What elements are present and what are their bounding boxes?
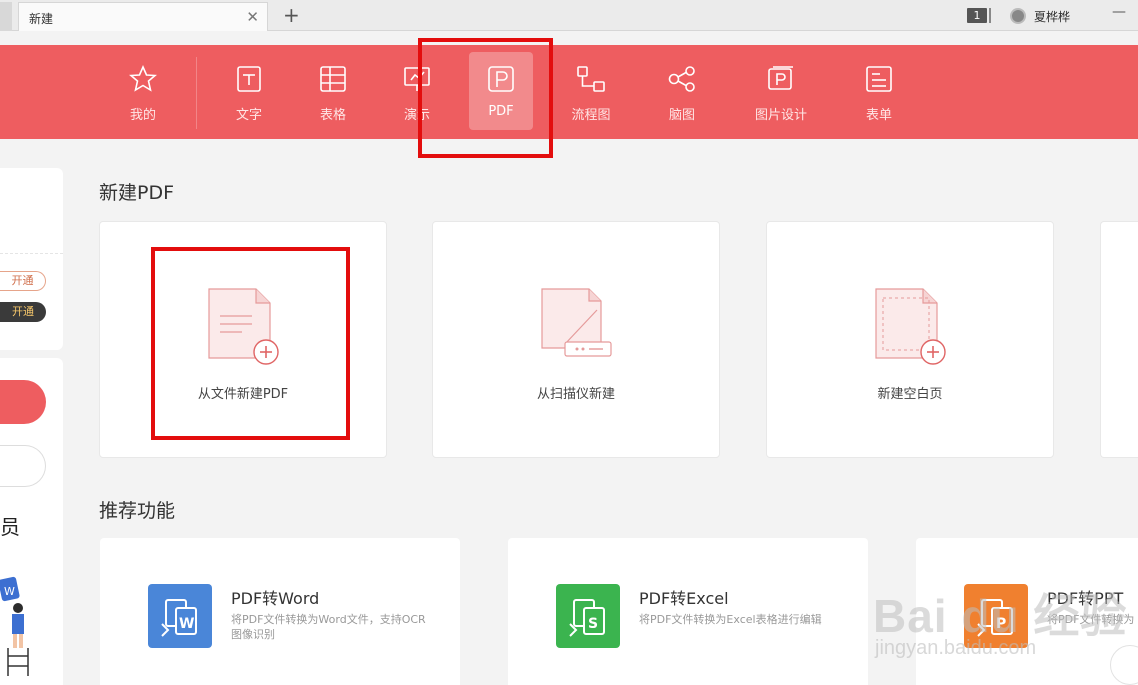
star-icon bbox=[129, 65, 157, 92]
feature-title: PDF转Excel bbox=[639, 589, 729, 608]
feature-pdf-to-word[interactable]: W PDF转Word 将PDF文件转换为Word文件，支持OCR图像识别 bbox=[100, 538, 460, 685]
table-icon bbox=[320, 66, 346, 92]
toolbar-item-mindmap[interactable]: 脑图 bbox=[652, 45, 712, 139]
card-label: 从扫描仪新建 bbox=[536, 387, 615, 402]
pdf-icon bbox=[488, 66, 514, 92]
feature-description: 将PDF文件转换为Excel表格进行编辑 bbox=[639, 613, 822, 626]
word-convert-icon: W bbox=[148, 584, 212, 648]
feature-description: 将PDF文件转换为Word文件，支持OCR图像识别 bbox=[231, 613, 426, 641]
blank-page-add-icon bbox=[875, 288, 946, 365]
tab-new[interactable]: 新建 ✕ bbox=[18, 2, 268, 31]
left-panel-divider bbox=[0, 253, 63, 254]
svg-text:W: W bbox=[179, 616, 194, 632]
feature-title: PDF转Word bbox=[231, 589, 320, 608]
secondary-action-button[interactable] bbox=[0, 445, 46, 487]
toolbar-item-label: PDF bbox=[488, 104, 514, 119]
promo-illustration: W bbox=[0, 576, 29, 676]
file-add-icon bbox=[208, 288, 279, 365]
toolbar-item-label: 脑图 bbox=[668, 108, 695, 123]
tab-label: 新建 bbox=[29, 12, 54, 26]
toolbar-item-flowchart[interactable]: 流程图 bbox=[561, 45, 621, 139]
form-icon bbox=[866, 66, 892, 92]
card-partial[interactable] bbox=[1100, 221, 1138, 458]
toolbar-item-label: 文字 bbox=[235, 108, 262, 123]
card-label: 新建空白页 bbox=[877, 387, 943, 402]
toolbar-item-label: 演示 bbox=[403, 108, 430, 123]
toolbar-item-form[interactable]: 表单 bbox=[849, 45, 909, 139]
toolbar-item-presentation[interactable]: 演示 bbox=[387, 45, 447, 139]
tab-close-icon[interactable]: ✕ bbox=[246, 8, 259, 26]
image-design-icon bbox=[768, 66, 793, 90]
toolbar-item-label: 我的 bbox=[129, 108, 156, 123]
toolbar-item-pdf[interactable]: PDF bbox=[469, 45, 533, 139]
new-tab-button[interactable]: + bbox=[283, 3, 300, 27]
left-panel-heading: 员 bbox=[0, 515, 20, 539]
section-title-new-pdf: 新建PDF bbox=[99, 182, 175, 204]
window-count-bar bbox=[989, 8, 991, 23]
user-name[interactable]: 夏桦桦 bbox=[1034, 8, 1070, 25]
left-panel-top bbox=[0, 168, 63, 350]
open-membership-button[interactable]: 开通 bbox=[0, 271, 46, 291]
toolbar-item-mine[interactable]: 我的 bbox=[113, 45, 173, 139]
svg-text:W: W bbox=[4, 585, 15, 598]
open-super-membership-button[interactable]: 开通 bbox=[0, 302, 46, 322]
card-new-from-scanner[interactable]: 从扫描仪新建 bbox=[432, 221, 720, 458]
window-count-badge[interactable]: 1 bbox=[967, 8, 987, 23]
avatar[interactable] bbox=[1010, 8, 1026, 24]
toolbar-item-label: 流程图 bbox=[571, 108, 611, 123]
scanner-icon bbox=[541, 288, 612, 357]
watermark-url: jingyan.baidu.com bbox=[875, 637, 1037, 659]
svg-text:S: S bbox=[588, 616, 598, 632]
mindmap-icon bbox=[668, 66, 695, 92]
section-title-recommended: 推荐功能 bbox=[99, 500, 176, 522]
excel-convert-icon: S bbox=[556, 584, 620, 648]
toolbar-item-label: 图片设计 bbox=[754, 108, 807, 123]
toolbar-item-image-design[interactable]: 图片设计 bbox=[746, 45, 816, 139]
toolbar-item-label: 表单 bbox=[865, 108, 892, 123]
title-bar: 新建 ✕ + 1 夏桦桦 — bbox=[0, 0, 1138, 31]
tab-left-strip bbox=[0, 2, 12, 31]
flowchart-icon bbox=[577, 66, 605, 92]
toolbar-item-text[interactable]: 文字 bbox=[219, 45, 279, 139]
toolbar-divider bbox=[196, 57, 197, 129]
card-new-from-file[interactable]: 从文件新建PDF bbox=[99, 221, 387, 458]
presentation-icon bbox=[404, 67, 430, 91]
app-type-toolbar: 我的 文字 表格 演示 PDF 流程图 脑图 图片设计 表单 bbox=[0, 45, 1138, 139]
toolbar-item-table[interactable]: 表格 bbox=[303, 45, 363, 139]
card-new-blank-page[interactable]: 新建空白页 bbox=[766, 221, 1054, 458]
document-icon bbox=[237, 66, 261, 92]
primary-action-button[interactable] bbox=[0, 380, 46, 424]
minimize-button[interactable]: — bbox=[1112, 4, 1126, 20]
toolbar-item-label: 表格 bbox=[319, 108, 346, 123]
feature-pdf-to-excel[interactable]: S PDF转Excel 将PDF文件转换为Excel表格进行编辑 bbox=[508, 538, 868, 685]
card-label: 从文件新建PDF bbox=[197, 387, 289, 402]
